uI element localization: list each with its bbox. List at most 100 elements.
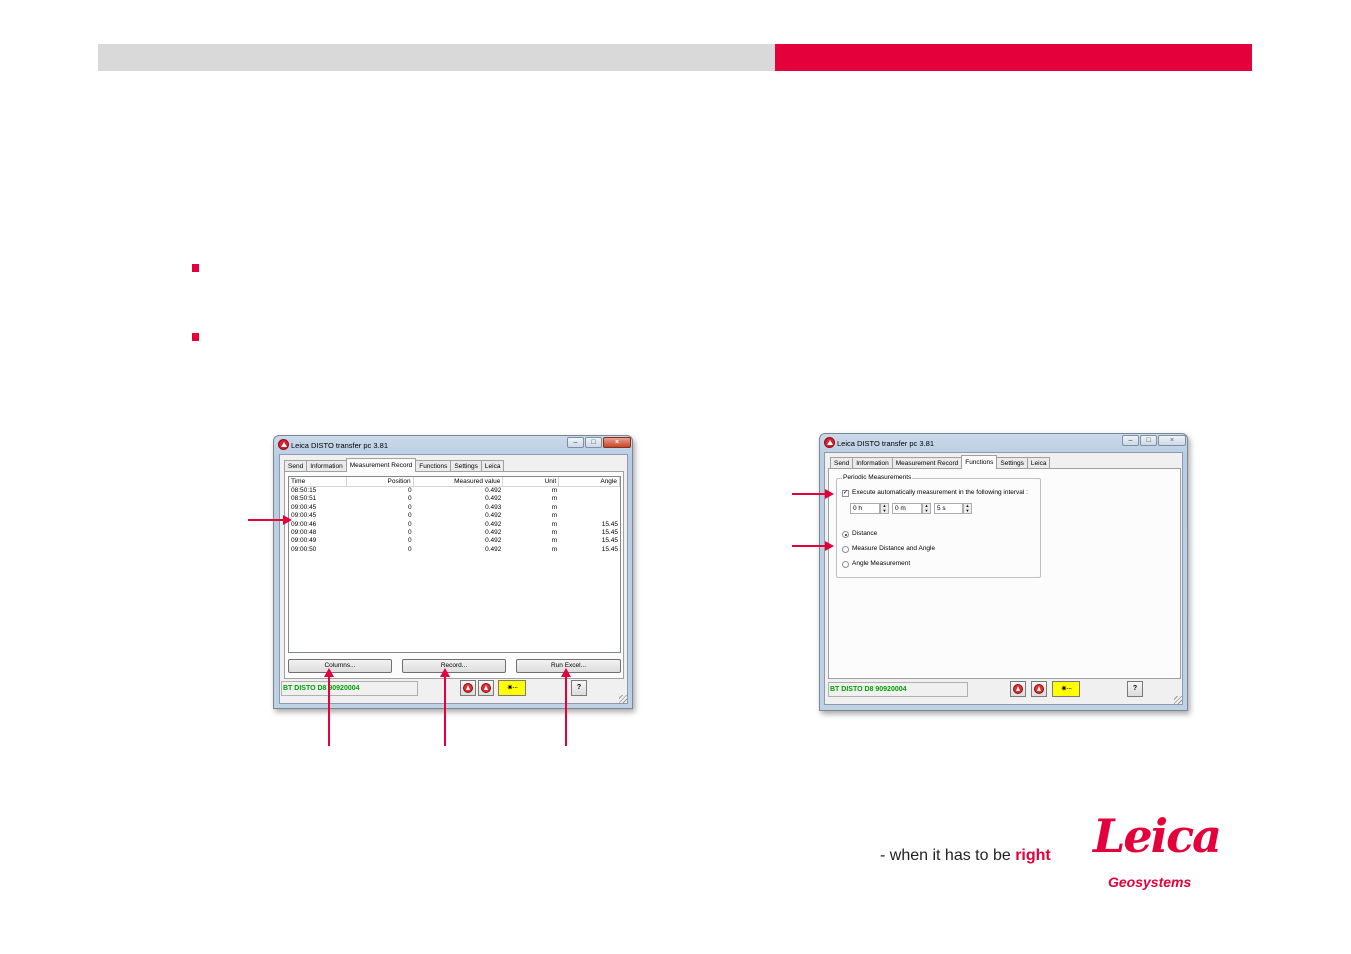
cell-angle: 15.45 — [601, 537, 618, 545]
seconds-spinner-icon[interactable]: ▲ ▼ — [963, 503, 972, 514]
cell-unit: m — [551, 520, 558, 528]
resize-grip-icon[interactable] — [1174, 696, 1182, 704]
measurement-list[interactable]: Time Position Measured value Unit Angle … — [288, 476, 621, 653]
column-header-unit[interactable]: Unit — [503, 477, 560, 486]
laser-toggle-icon[interactable]: ✷··· — [498, 680, 526, 696]
window-client: Send Information Measurement Record Func… — [279, 454, 628, 704]
header-bar-red — [775, 44, 1252, 71]
mode-distance-angle-radio[interactable] — [842, 546, 849, 553]
arrow-right-icon — [283, 515, 292, 525]
arrow-line — [792, 545, 825, 547]
cell-position: 0 — [408, 487, 412, 494]
maximize-icon[interactable]: □ — [585, 437, 602, 448]
record-button[interactable]: Record... — [402, 659, 506, 673]
minimize-icon[interactable]: – — [567, 437, 584, 448]
cell-measured-value: 0.492 — [485, 512, 502, 520]
cell-measured-value: 0.492 — [485, 495, 502, 503]
measure-distance-icon[interactable] — [1010, 681, 1026, 697]
mode-distance-angle-label: Measure Distance and Angle — [852, 545, 936, 552]
tagline: - when it has to be right — [880, 847, 1051, 865]
cell-unit: m — [551, 495, 558, 503]
table-row[interactable]: 09:00:45 0 0.493 m — [289, 504, 620, 512]
cell-unit: m — [551, 512, 558, 520]
functions-window: Leica DISTO transfer pc 3.81 – □ × Send … — [819, 433, 1188, 711]
window-controls: – □ × — [1122, 435, 1186, 446]
window-client: Send Information Measurement Record Func… — [824, 452, 1183, 705]
cell-time: 09:00:49 — [291, 537, 317, 545]
cell-measured-value: 0.492 — [485, 520, 502, 528]
table-row[interactable]: 08:50:51 0 0.492 m — [289, 495, 620, 503]
resize-grip-icon[interactable] — [619, 695, 627, 703]
cell-time: 08:50:15 — [291, 487, 317, 494]
mode-angle-radio[interactable] — [842, 561, 849, 568]
tab-panel: Periodic Measurements ✓ Execute automati… — [828, 468, 1181, 679]
minimize-icon[interactable]: – — [1122, 435, 1139, 446]
geosystems-logo-text: Geosystems — [1108, 874, 1192, 890]
cell-time: 09:00:46 — [291, 520, 317, 528]
device-status: BT DISTO D8 90920004 — [828, 682, 968, 697]
cell-angle — [559, 487, 620, 495]
cell-measured-value: 0.492 — [485, 537, 502, 545]
window-controls: – □ × — [567, 437, 631, 448]
group-title: Periodic Measurements — [842, 474, 913, 482]
maximize-icon[interactable]: □ — [1140, 435, 1157, 446]
tagline-emphasis: right — [1015, 847, 1051, 864]
cell-measured-value: 0.492 — [485, 545, 502, 553]
interval-seconds-field[interactable]: 5 s ▲ ▼ — [934, 503, 972, 514]
table-row[interactable]: 08:50:15 0 0.492 m — [289, 487, 620, 495]
arrow-up-icon — [440, 668, 450, 677]
close-icon[interactable]: × — [603, 437, 631, 448]
laser-toggle-icon[interactable]: ✷··· — [1052, 681, 1080, 697]
help-button[interactable]: ? — [1127, 681, 1143, 697]
hours-spinner-icon[interactable]: ▲ ▼ — [880, 503, 889, 514]
disto-app-icon — [824, 437, 835, 448]
column-header-time[interactable]: Time — [289, 477, 347, 486]
cell-angle — [559, 495, 620, 503]
mode-angle-label: Angle Measurement — [852, 560, 911, 567]
device-status: BT DISTO D8 90920004 — [281, 681, 418, 696]
close-icon[interactable]: × — [1158, 435, 1186, 446]
arrow-line — [444, 676, 446, 746]
cell-time: 09:00:45 — [291, 512, 317, 520]
disto-app-icon — [278, 439, 289, 450]
table-row[interactable]: 09:00:46 0 0.492 m 15.45 — [289, 521, 620, 529]
cell-unit: m — [551, 503, 558, 511]
measure-angle-icon[interactable] — [1031, 681, 1047, 697]
table-row[interactable]: 09:00:48 0 0.492 m 15.45 — [289, 529, 620, 537]
help-button[interactable]: ? — [571, 680, 587, 696]
list-body: 08:50:15 0 0.492 m 08:50:51 0 0.492 m 09:00:45 0 0… — [289, 487, 620, 554]
bullet-marker — [192, 333, 199, 341]
cell-angle: 15.45 — [601, 528, 618, 536]
interval-minutes-field[interactable]: 0 m ▲ ▼ — [892, 503, 931, 514]
mode-distance-label: Distance — [852, 530, 878, 537]
tab-measurement-record[interactable]: Measurement Record — [345, 458, 417, 472]
table-row[interactable]: 09:00:50 0 0.492 m 15.45 — [289, 546, 620, 554]
table-row[interactable]: 09:00:49 0 0.492 m 15.45 — [289, 537, 620, 545]
arrow-up-icon — [561, 668, 571, 677]
arrow-right-icon — [825, 541, 834, 551]
column-header-angle[interactable]: Angle — [559, 477, 620, 486]
arrow-line — [248, 519, 283, 521]
cell-position: 0 — [408, 495, 412, 503]
column-header-measured-value[interactable]: Measured value — [414, 477, 504, 486]
cell-position: 0 — [408, 528, 412, 536]
tab-functions[interactable]: Functions — [961, 455, 998, 469]
cell-time: 09:00:48 — [291, 528, 317, 536]
measure-angle-icon[interactable] — [478, 680, 494, 696]
cell-position: 0 — [408, 545, 412, 553]
minutes-spinner-icon[interactable]: ▲ ▼ — [922, 503, 931, 514]
column-header-position[interactable]: Position — [347, 477, 414, 486]
leica-logo: Leica — [1093, 809, 1222, 863]
columns-button[interactable]: Columns... — [288, 659, 392, 673]
cell-time: 09:00:45 — [291, 503, 317, 511]
measure-distance-icon[interactable] — [460, 680, 476, 696]
arrow-right-icon — [825, 489, 834, 499]
auto-measure-checkbox[interactable]: ✓ — [842, 490, 849, 497]
cell-position: 0 — [408, 520, 412, 528]
cell-measured-value: 0.492 — [485, 528, 502, 536]
cell-unit: m — [551, 528, 558, 536]
list-header: Time Position Measured value Unit Angle — [289, 477, 620, 487]
table-row[interactable]: 09:00:45 0 0.492 m — [289, 512, 620, 520]
interval-hours-field[interactable]: 0 h ▲ ▼ — [850, 503, 889, 514]
mode-distance-radio[interactable] — [842, 531, 849, 538]
